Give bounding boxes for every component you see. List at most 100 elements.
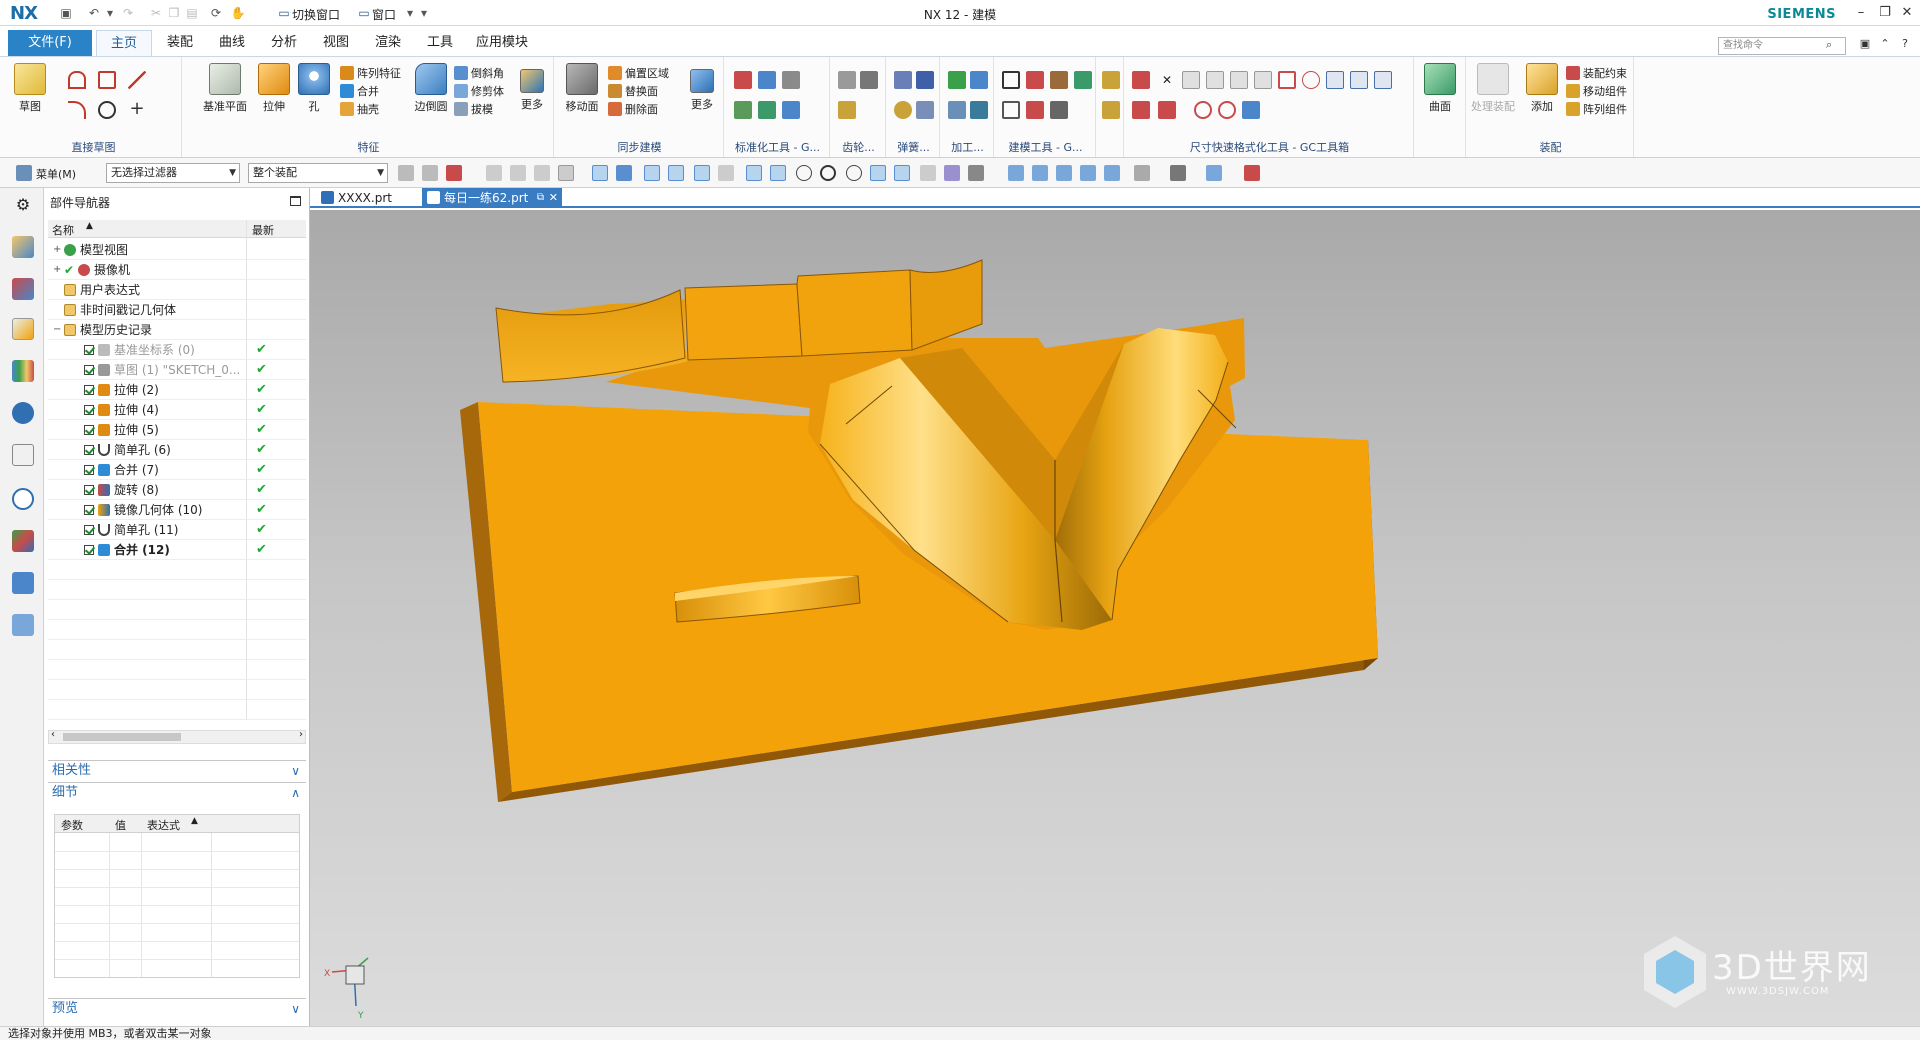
select-spline-icon[interactable] — [718, 165, 734, 181]
machining-icon-2[interactable] — [970, 71, 988, 89]
snap-bounded-icon[interactable] — [968, 165, 984, 181]
tree-row-feature[interactable]: 拉伸 (2) ✔ — [48, 380, 306, 400]
tab-curve[interactable]: 曲线 — [208, 30, 256, 56]
snap-center-icon[interactable] — [820, 165, 836, 181]
dimension-tool-icon-4[interactable] — [1206, 71, 1224, 89]
tab-application[interactable]: 应用模块 — [468, 30, 536, 56]
collapse-ribbon-icon[interactable]: ⌃ — [1876, 35, 1894, 53]
circle-icon[interactable] — [98, 101, 116, 119]
offset-region-button[interactable]: 偏置区域 — [608, 65, 669, 83]
dimension-tool-icon-14[interactable] — [1194, 101, 1212, 119]
snap-icon-2[interactable] — [422, 165, 438, 181]
gear-icon-2[interactable] — [860, 71, 878, 89]
section-details[interactable]: 细节 ∧ — [48, 782, 306, 802]
sketch-button[interactable]: 草图 — [10, 63, 50, 114]
dimension-tool-icon-9[interactable] — [1326, 71, 1344, 89]
dimension-tool-icon-1[interactable] — [1132, 71, 1150, 89]
modeling-tool-icon-1[interactable] — [1002, 71, 1020, 89]
standard-tool-icon-6[interactable] — [782, 101, 800, 119]
visibility-checkbox[interactable] — [84, 505, 94, 515]
shaded-icon[interactable] — [1206, 165, 1222, 181]
line-icon[interactable] — [128, 71, 146, 89]
visibility-checkbox[interactable] — [84, 465, 94, 475]
trim-body-button[interactable]: 修剪体 — [454, 83, 504, 101]
spring-icon-2[interactable] — [916, 71, 934, 89]
tree-row-user-expressions[interactable]: 用户表达式 — [48, 280, 306, 300]
spring-icon-3[interactable] — [894, 101, 912, 119]
tree-row-feature[interactable]: 旋转 (8) ✔ — [48, 480, 306, 500]
gear-icon-3[interactable] — [838, 101, 856, 119]
snap-icon-5[interactable] — [510, 165, 526, 181]
dimension-tool-icon-5[interactable] — [1230, 71, 1248, 89]
selection-scope-dropdown[interactable]: 整个装配 ▼ — [248, 163, 388, 183]
close-icon[interactable]: ✕ — [1898, 4, 1916, 22]
extra-tool-icon-1[interactable] — [1102, 71, 1120, 89]
minimize-icon[interactable]: – — [1852, 4, 1870, 22]
role-icon[interactable] — [12, 614, 34, 636]
switch-window-icon[interactable]: ▭ — [276, 5, 292, 21]
tree-row-model-views[interactable]: + 模型视图 — [48, 240, 306, 260]
scroll-right-icon[interactable]: › — [299, 729, 303, 740]
assembly-navigator-icon[interactable] — [12, 236, 34, 258]
dimension-tool-icon-13[interactable] — [1158, 101, 1176, 119]
snap-icon-3[interactable] — [446, 165, 462, 181]
touch-mode-icon[interactable]: ✋ — [230, 5, 246, 21]
standard-tool-icon-4[interactable] — [734, 101, 752, 119]
search-icon[interactable]: ⌕ — [1826, 38, 1832, 52]
visibility-checkbox[interactable] — [84, 425, 94, 435]
datum-plane-button[interactable]: 基准平面 — [200, 63, 250, 114]
visibility-checkbox[interactable] — [84, 385, 94, 395]
menu-button[interactable]: 菜单(M) — [36, 166, 76, 182]
machining-icon[interactable] — [948, 71, 966, 89]
switch-window-button[interactable]: 切换窗口 — [292, 6, 340, 23]
move-component-button[interactable]: 移动组件 — [1566, 83, 1627, 101]
machining-icon-4[interactable] — [970, 101, 988, 119]
window-icon[interactable]: ▭ — [356, 5, 372, 21]
tab-view[interactable]: 视图 — [312, 30, 360, 56]
select-feature-icon[interactable] — [592, 165, 608, 181]
view-orient-icon[interactable] — [1104, 165, 1120, 181]
tree-row-unused-geometry[interactable]: 非时间戳记几何体 — [48, 300, 306, 320]
restore-icon[interactable]: ❐ — [1876, 4, 1894, 22]
snap-quadrant-icon[interactable] — [846, 165, 862, 181]
part-navigator-icon[interactable] — [12, 318, 34, 340]
snap-intersection-icon[interactable] — [920, 165, 936, 181]
view-zoom-icon[interactable] — [1032, 165, 1048, 181]
dimension-x-icon[interactable]: ✕ — [1158, 71, 1176, 89]
assembly-constraints-button[interactable]: 装配约束 — [1566, 65, 1627, 83]
pattern-feature-button[interactable]: 阵列特征 — [340, 65, 401, 83]
collapse-icon[interactable]: − — [53, 320, 61, 340]
snap-endpoint-icon[interactable] — [746, 165, 762, 181]
add-component-button[interactable]: 添加 — [1522, 63, 1562, 114]
manufacturing-wizard-icon[interactable] — [12, 572, 34, 594]
select-face-icon[interactable] — [644, 165, 660, 181]
chamfer-button[interactable]: 倒斜角 — [454, 65, 504, 83]
extra-tool-icon-2[interactable] — [1102, 101, 1120, 119]
section-dependencies[interactable]: 相关性 ∨ — [48, 760, 306, 780]
ribbon-options-icon[interactable]: ▣ — [1856, 35, 1874, 53]
gear-icon[interactable]: ⚙ — [12, 194, 34, 216]
spring-icon[interactable] — [894, 71, 912, 89]
dimension-tool-icon-12[interactable] — [1132, 101, 1150, 119]
tree-row-feature[interactable]: 合并 (7) ✔ — [48, 460, 306, 480]
standard-tool-icon-1[interactable] — [734, 71, 752, 89]
standard-tool-icon-5[interactable] — [758, 101, 776, 119]
scrollbar-thumb[interactable] — [63, 733, 181, 741]
pattern-component-button[interactable]: 阵列组件 — [1566, 101, 1627, 119]
visibility-checkbox[interactable] — [84, 345, 94, 355]
view-rotate-icon[interactable] — [1056, 165, 1072, 181]
move-face-button[interactable]: 移动面 — [560, 63, 604, 114]
surface-button[interactable]: 曲面 — [1420, 63, 1460, 114]
delete-face-button[interactable]: 删除面 — [608, 101, 658, 119]
replace-face-button[interactable]: 替换面 — [608, 83, 658, 101]
modeling-tool-icon-7[interactable] — [1050, 101, 1068, 119]
tree-row-cameras[interactable]: + ✔ 摄像机 — [48, 260, 306, 280]
modeling-tool-icon-4[interactable] — [1074, 71, 1092, 89]
edge-blend-button[interactable]: 边倒圆 — [410, 63, 452, 114]
dimension-tool-icon-11[interactable] — [1374, 71, 1392, 89]
snap-on-curve-icon[interactable] — [894, 165, 910, 181]
view-pan-icon[interactable] — [1080, 165, 1096, 181]
horizontal-scrollbar[interactable]: ‹ › — [48, 729, 306, 744]
more-feature-button[interactable]: 更多 — [514, 63, 550, 112]
undo-dropdown-icon[interactable]: ▾ — [102, 5, 118, 21]
